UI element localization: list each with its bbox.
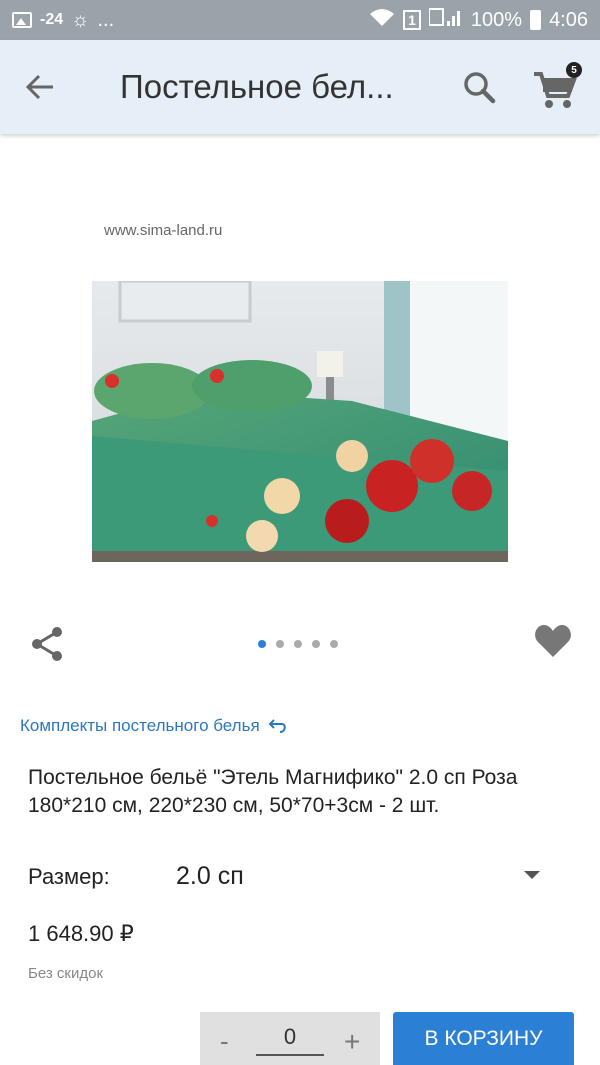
size-label: Размер: <box>28 864 110 889</box>
price: 1 648.90 ₽ <box>28 921 134 946</box>
cart-count-badge: 5 <box>566 62 582 78</box>
quantity-stepper: - 0 + <box>200 1012 380 1065</box>
search-button[interactable] <box>458 66 502 110</box>
quantity-input[interactable]: 0 <box>256 1024 324 1056</box>
page-title: Постельное бел... <box>120 68 394 105</box>
gallery-notification-icon <box>12 12 32 28</box>
return-arrow-icon <box>268 719 286 733</box>
dropdown-arrow-icon[interactable] <box>524 871 540 879</box>
battery-icon <box>530 10 542 30</box>
arrow-back-icon <box>25 74 53 100</box>
gallery-pagination[interactable] <box>258 640 338 648</box>
category-label: Комплекты постельного белья <box>20 716 260 735</box>
product-image[interactable] <box>92 281 508 562</box>
share-icon <box>32 627 62 661</box>
discount-note: Без скидок <box>28 965 103 982</box>
temperature-text: -24 <box>40 11 64 28</box>
category-link[interactable]: Комплекты постельного белья <box>20 716 288 736</box>
gallery-dot[interactable] <box>258 640 266 648</box>
back-button[interactable] <box>0 40 80 134</box>
image-watermark: www.sima-land.ru <box>104 222 223 239</box>
signal-icon <box>427 7 463 33</box>
app-bar: Постельное бел... 5 <box>0 40 600 134</box>
heart-icon <box>535 625 571 657</box>
cart-button[interactable]: 5 <box>528 62 582 114</box>
gallery-dot[interactable] <box>312 640 320 648</box>
gallery-dot[interactable] <box>294 640 302 648</box>
gallery-dot[interactable] <box>330 640 338 648</box>
weather-icon: ☼ <box>71 8 90 31</box>
increment-button[interactable]: + <box>344 1026 360 1058</box>
size-select[interactable]: 2.0 сп <box>176 862 244 891</box>
share-button[interactable] <box>28 624 68 664</box>
clock: 4:06 <box>549 8 588 31</box>
add-to-cart-button[interactable]: В КОРЗИНУ <box>393 1012 574 1065</box>
wifi-icon <box>369 7 395 33</box>
gallery-dot[interactable] <box>276 640 284 648</box>
favorite-button[interactable] <box>534 624 574 662</box>
status-bar: -24 ☼ ... 1 100% 4:06 <box>0 0 600 40</box>
battery-percent: 100% <box>470 8 523 31</box>
search-icon <box>464 72 496 104</box>
product-title: Постельное бельё "Этель Магнифико" 2.0 с… <box>28 766 518 817</box>
decrement-button[interactable]: - <box>220 1026 229 1057</box>
sim-icon: 1 <box>403 10 421 30</box>
more-notifications-text: ... <box>97 8 115 31</box>
